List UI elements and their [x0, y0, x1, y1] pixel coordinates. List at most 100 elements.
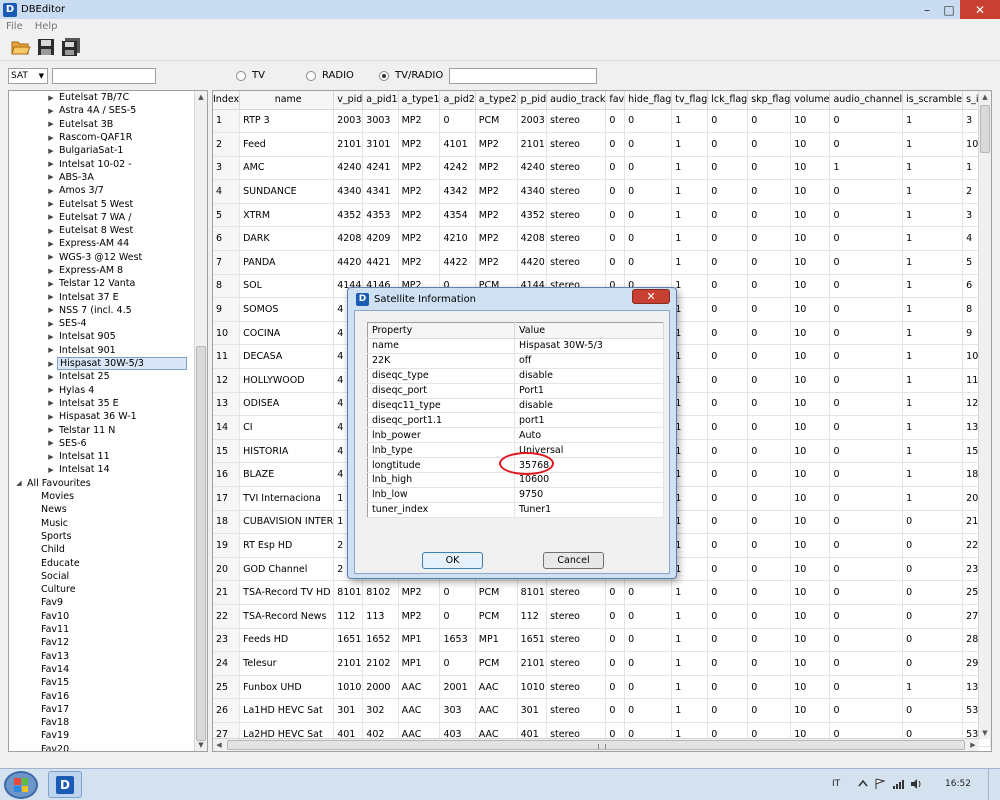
- table-cell[interactable]: 0: [747, 179, 792, 204]
- table-cell[interactable]: 1010: [517, 675, 548, 700]
- scroll-up-icon[interactable]: ▲: [979, 91, 991, 103]
- table-cell[interactable]: stereo: [546, 250, 607, 275]
- table-cell[interactable]: 1: [671, 203, 709, 228]
- table-cell[interactable]: 2102: [362, 651, 399, 676]
- table-cell[interactable]: 1: [902, 675, 964, 700]
- table-cell[interactable]: DARK: [239, 226, 335, 252]
- tree-item-favourite[interactable]: Fav17: [9, 703, 195, 716]
- column-header-value[interactable]: Value: [514, 322, 664, 339]
- table-cell[interactable]: 1: [902, 344, 964, 370]
- table-cell[interactable]: 4208: [333, 226, 364, 252]
- table-cell[interactable]: 0: [707, 580, 749, 605]
- table-cell[interactable]: MP2: [398, 179, 441, 204]
- table-cell[interactable]: MP2: [398, 132, 441, 157]
- tree-item-favourite[interactable]: Social: [9, 570, 195, 583]
- table-cell[interactable]: 0: [707, 109, 749, 134]
- table-cell[interactable]: 0: [747, 533, 792, 558]
- expand-arrow-icon[interactable]: ▶: [47, 320, 55, 328]
- tree-item-favourite[interactable]: Fav14: [9, 663, 195, 676]
- tree-item-favourite[interactable]: Fav12: [9, 636, 195, 649]
- table-cell[interactable]: 3003: [362, 109, 399, 134]
- table-cell[interactable]: 6: [213, 226, 241, 252]
- table-cell[interactable]: 0: [707, 344, 749, 370]
- table-cell[interactable]: 4420: [333, 250, 364, 275]
- table-cell[interactable]: 20: [213, 557, 241, 582]
- radio-radio-dot[interactable]: [306, 70, 316, 81]
- table-cell[interactable]: 0: [439, 109, 476, 134]
- table-cell[interactable]: PANDA: [239, 250, 335, 275]
- table-cell[interactable]: 0: [707, 321, 749, 346]
- table-cell[interactable]: MP2: [475, 226, 518, 252]
- tree-item-satellite[interactable]: ▶ Intelsat 37 E: [9, 290, 195, 303]
- table-cell[interactable]: MP2: [398, 203, 441, 228]
- table-cell[interactable]: 0: [747, 109, 792, 134]
- table-cell[interactable]: stereo: [546, 604, 607, 629]
- column-header-skp-flag[interactable]: skp_flag: [747, 91, 792, 110]
- table-cell[interactable]: 0: [707, 628, 749, 653]
- table-cell[interactable]: 0: [624, 250, 673, 275]
- minimize-button[interactable]: –: [916, 0, 938, 19]
- table-row[interactable]: 6 DARK 4208 4209 MP2 4210 MP2 4208 stereo 0 0 1 0 0 10…: [213, 226, 991, 252]
- table-cell[interactable]: 0: [707, 203, 749, 228]
- column-header-fav[interactable]: fav: [605, 91, 626, 110]
- table-cell[interactable]: 0: [707, 156, 749, 181]
- table-cell[interactable]: 0: [747, 486, 792, 511]
- table-cell[interactable]: 2101: [333, 651, 364, 676]
- table-cell[interactable]: MP1: [398, 628, 441, 653]
- table-cell[interactable]: 10: [213, 321, 241, 346]
- property-name[interactable]: lnb_high: [367, 472, 515, 488]
- table-cell[interactable]: 14: [213, 415, 241, 440]
- tree-item-satellite[interactable]: ▶ BulgariaSat-1: [9, 144, 195, 157]
- table-cell[interactable]: 1: [902, 415, 964, 440]
- table-cell[interactable]: SOMOS: [239, 297, 335, 322]
- expand-arrow-icon[interactable]: ▶: [47, 267, 55, 275]
- column-header-is-scramble[interactable]: is_scramble: [902, 91, 964, 110]
- table-cell[interactable]: 4354: [439, 203, 476, 228]
- table-cell[interactable]: 1651: [517, 628, 548, 653]
- table-cell[interactable]: AMC: [239, 156, 335, 181]
- table-cell[interactable]: stereo: [546, 132, 607, 157]
- table-cell[interactable]: 0: [829, 368, 904, 393]
- tree-item-favourite[interactable]: Fav10: [9, 610, 195, 623]
- table-cell[interactable]: 0: [707, 226, 749, 252]
- expand-arrow-icon[interactable]: ▶: [47, 360, 55, 368]
- table-cell[interactable]: 1: [671, 344, 709, 370]
- table-cell[interactable]: RT Esp HD: [239, 533, 335, 558]
- tree-item-satellite[interactable]: ▶ ABS-3A: [9, 171, 195, 184]
- tree-item-favourite[interactable]: Fav18: [9, 716, 195, 729]
- grid-vertical-scrollbar[interactable]: ▲ ▼: [978, 91, 991, 739]
- table-cell[interactable]: 1: [902, 274, 964, 299]
- table-cell[interactable]: 10: [790, 628, 831, 653]
- tree-item-satellite[interactable]: ▶ Telstar 12 Vanta: [9, 277, 195, 290]
- table-cell[interactable]: 10: [790, 109, 831, 134]
- table-cell[interactable]: 1010: [333, 675, 364, 700]
- column-header-a-type1[interactable]: a_type1: [398, 91, 441, 110]
- tree-item-satellite[interactable]: ▶ Eutelsat 7 WA /: [9, 211, 195, 224]
- tree-item-satellite[interactable]: ▶ Eutelsat 5 West: [9, 197, 195, 210]
- table-cell[interactable]: 1652: [362, 628, 399, 653]
- save-all-button[interactable]: [60, 36, 82, 58]
- table-cell[interactable]: 1: [902, 297, 964, 322]
- table-cell[interactable]: 0: [747, 203, 792, 228]
- table-cell[interactable]: 0: [829, 486, 904, 511]
- table-cell[interactable]: AAC: [475, 698, 518, 723]
- save-button[interactable]: [35, 36, 57, 58]
- table-cell[interactable]: AAC: [475, 675, 518, 700]
- table-cell[interactable]: 23: [213, 628, 241, 653]
- table-cell[interactable]: 1: [671, 250, 709, 275]
- table-cell[interactable]: 1651: [333, 628, 364, 653]
- show-hidden-icon[interactable]: [858, 778, 868, 790]
- column-header-p-pid[interactable]: p_pid: [517, 91, 548, 110]
- table-cell[interactable]: 0: [829, 250, 904, 275]
- table-cell[interactable]: 10: [790, 297, 831, 322]
- table-cell[interactable]: 1: [671, 321, 709, 346]
- table-cell[interactable]: PCM: [475, 651, 518, 676]
- close-button[interactable]: ✕: [960, 0, 1000, 19]
- table-cell[interactable]: 0: [605, 675, 626, 700]
- table-cell[interactable]: 4: [213, 179, 241, 204]
- table-cell[interactable]: MP2: [475, 156, 518, 181]
- table-cell[interactable]: 1: [902, 321, 964, 346]
- table-cell[interactable]: 4422: [439, 250, 476, 275]
- menu-file[interactable]: File: [6, 21, 23, 32]
- tree-item-satellite[interactable]: ▶ WGS-3 @12 West: [9, 251, 195, 264]
